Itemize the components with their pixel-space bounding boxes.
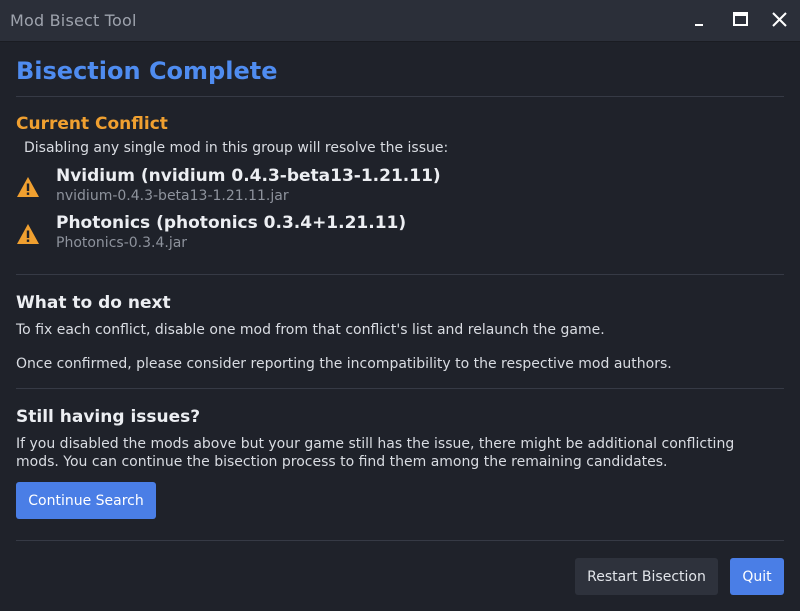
conflict-mod-item: Nvidium (nvidium 0.4.3-beta13-1.21.11) n… bbox=[16, 166, 756, 210]
section-divider bbox=[16, 388, 784, 389]
window-title: Mod Bisect Tool bbox=[10, 11, 137, 30]
issues-heading: Still having issues? bbox=[16, 407, 201, 427]
conflict-mod-item: Photonics (photonics 0.3.4+1.21.11) Phot… bbox=[16, 213, 756, 257]
section-divider bbox=[16, 274, 784, 275]
mod-name: Nvidium (nvidium 0.4.3-beta13-1.21.11) bbox=[56, 166, 441, 186]
minimize-icon bbox=[695, 24, 703, 26]
app-window: Mod Bisect Tool Bisection Complete Curre… bbox=[0, 0, 800, 611]
footer-divider bbox=[16, 540, 784, 541]
continue-search-button[interactable]: Continue Search bbox=[16, 482, 156, 519]
close-button[interactable] bbox=[767, 8, 793, 32]
conflict-description: Disabling any single mod in this group w… bbox=[24, 140, 449, 156]
page-title: Bisection Complete bbox=[16, 57, 278, 85]
mod-file: nvidium-0.4.3-beta13-1.21.11.jar bbox=[56, 188, 289, 204]
warning-icon bbox=[17, 224, 39, 244]
next-steps-heading: What to do next bbox=[16, 293, 171, 313]
mod-file: Photonics-0.3.4.jar bbox=[56, 235, 188, 251]
maximize-button[interactable] bbox=[727, 8, 753, 32]
next-steps-line-2: Once confirmed, please consider reportin… bbox=[16, 356, 672, 372]
warning-icon bbox=[17, 177, 39, 197]
issues-text: If you disabled the mods above but your … bbox=[16, 436, 735, 470]
mod-name: Photonics (photonics 0.3.4+1.21.11) bbox=[56, 213, 407, 233]
quit-button[interactable]: Quit bbox=[730, 558, 784, 595]
minimize-button[interactable] bbox=[687, 8, 713, 32]
close-icon bbox=[772, 12, 787, 27]
title-bar[interactable]: Mod Bisect Tool bbox=[0, 0, 800, 42]
maximize-icon bbox=[733, 12, 748, 26]
restart-bisection-button[interactable]: Restart Bisection bbox=[575, 558, 718, 595]
header-divider bbox=[16, 96, 784, 97]
next-steps-line-1: To fix each conflict, disable one mod fr… bbox=[16, 322, 605, 338]
conflict-heading: Current Conflict bbox=[16, 114, 168, 134]
